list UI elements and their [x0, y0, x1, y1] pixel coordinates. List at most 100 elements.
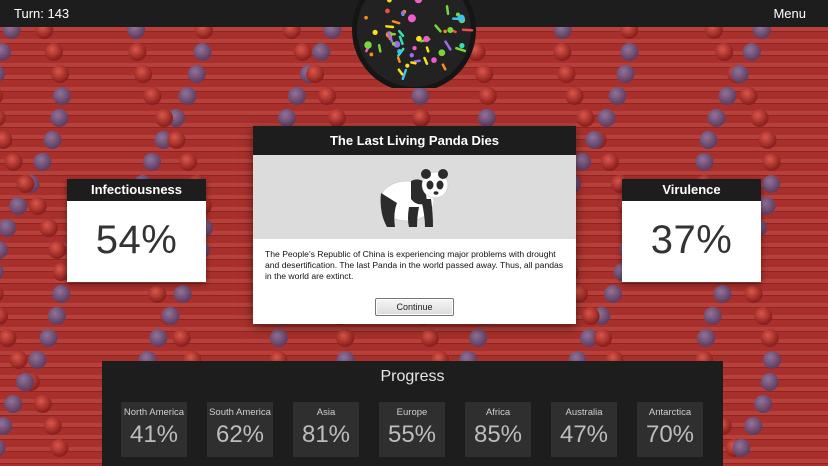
dna-bead [576, 109, 595, 127]
dna-bead [739, 87, 758, 105]
region-north-america[interactable]: North America 41% [121, 402, 187, 457]
dna-bead [48, 241, 67, 259]
dna-bead [557, 65, 576, 83]
dna-bead [620, 43, 639, 61]
region-africa[interactable]: Africa 85% [465, 402, 531, 457]
region-asia[interactable]: Asia 81% [293, 402, 359, 457]
dna-bead [287, 87, 306, 105]
dna-bead [167, 131, 186, 149]
dna-bead [16, 175, 35, 193]
dna-bead [469, 329, 488, 347]
dna-bead [28, 351, 47, 369]
dna-bead [293, 43, 312, 61]
microbe-icon [369, 52, 374, 57]
dna-bead [707, 109, 726, 127]
dna-bead [143, 87, 162, 105]
microbe-icon [407, 14, 416, 23]
microbe-icon [364, 15, 368, 20]
dna-bead [4, 153, 23, 171]
dna-bead [306, 65, 325, 83]
dna-bead [760, 329, 779, 347]
dna-bead [173, 285, 192, 303]
region-percent: 55% [387, 421, 437, 448]
region-percent: 85% [473, 421, 523, 448]
dna-bead [33, 395, 52, 413]
dna-bead [762, 153, 781, 171]
region-name: Asia [316, 407, 336, 418]
dna-bead [604, 285, 623, 303]
virulence-card: Virulence 37% [622, 179, 761, 282]
menu-button[interactable]: Menu [773, 6, 806, 21]
dna-bead [142, 153, 161, 171]
progress-panel: Progress North America 41% South America… [102, 361, 723, 466]
dna-bead [762, 351, 781, 369]
dna-bead [760, 373, 779, 391]
dna-bead [179, 153, 198, 171]
dna-bead [50, 109, 69, 127]
dna-bead [278, 109, 297, 127]
dna-bead [327, 109, 346, 127]
event-description: The People's Republic of China is experi… [265, 249, 564, 281]
dna-bead [51, 65, 70, 83]
panda-icon [379, 169, 449, 227]
microbe-icon [409, 53, 414, 58]
region-antarctica[interactable]: Antarctica 70% [637, 402, 703, 457]
dna-bead [44, 43, 63, 61]
dna-bead [762, 175, 781, 193]
dna-bead [713, 285, 732, 303]
dna-bead [52, 87, 71, 105]
dna-bead [581, 307, 600, 325]
dna-bead [411, 87, 430, 105]
dna-bead [477, 109, 496, 127]
microbe-icon [364, 41, 372, 49]
dna-bead [47, 307, 66, 325]
dna-bead [600, 153, 619, 171]
region-percent: 70% [645, 421, 695, 448]
microbe-icon [438, 49, 446, 57]
microbe-icon [423, 35, 430, 43]
infectiousness-label: Infectiousness [67, 179, 206, 201]
dna-bead [178, 87, 197, 105]
region-percent: 47% [559, 421, 609, 448]
dna-bead [172, 329, 191, 347]
dna-bead [608, 87, 627, 105]
dna-bead [187, 65, 206, 83]
microbe-icon [412, 46, 417, 51]
dna-bead [134, 65, 153, 83]
dna-bead [594, 329, 613, 347]
region-south-america[interactable]: South America 62% [207, 402, 273, 457]
continue-button[interactable]: Continue [375, 298, 454, 316]
virulence-label: Virulence [622, 179, 761, 201]
dna-bead [336, 329, 355, 347]
dna-bead [742, 43, 761, 61]
microbe-icon [405, 63, 410, 68]
dna-bead [412, 109, 431, 127]
dna-bead [732, 439, 751, 457]
dna-bead [318, 87, 337, 105]
dna-bead [155, 109, 174, 127]
region-percent: 81% [301, 421, 351, 448]
dna-bead [420, 329, 439, 347]
dna-bead [16, 373, 35, 391]
dna-bead [312, 43, 331, 61]
infectiousness-card: Infectiousness 54% [67, 179, 206, 282]
region-europe[interactable]: Europe 55% [379, 402, 445, 457]
dna-bead [754, 395, 773, 413]
dna-bead [39, 329, 58, 347]
region-name: Antarctica [648, 407, 692, 418]
region-name: Australia [565, 407, 603, 418]
dna-bead [758, 131, 777, 149]
region-percent: 62% [215, 421, 265, 448]
region-australia[interactable]: Australia 47% [551, 402, 617, 457]
dna-bead [478, 87, 497, 105]
dna-bead [43, 417, 62, 435]
dna-bead [718, 87, 737, 105]
dna-bead [697, 329, 716, 347]
progress-title: Progress [380, 368, 445, 385]
petri-dish-icon[interactable] [344, 0, 484, 88]
dna-bead [750, 109, 769, 127]
dna-bead [269, 329, 288, 347]
dna-bead [715, 43, 734, 61]
microbe-icon [447, 26, 454, 34]
event-image [253, 155, 576, 239]
